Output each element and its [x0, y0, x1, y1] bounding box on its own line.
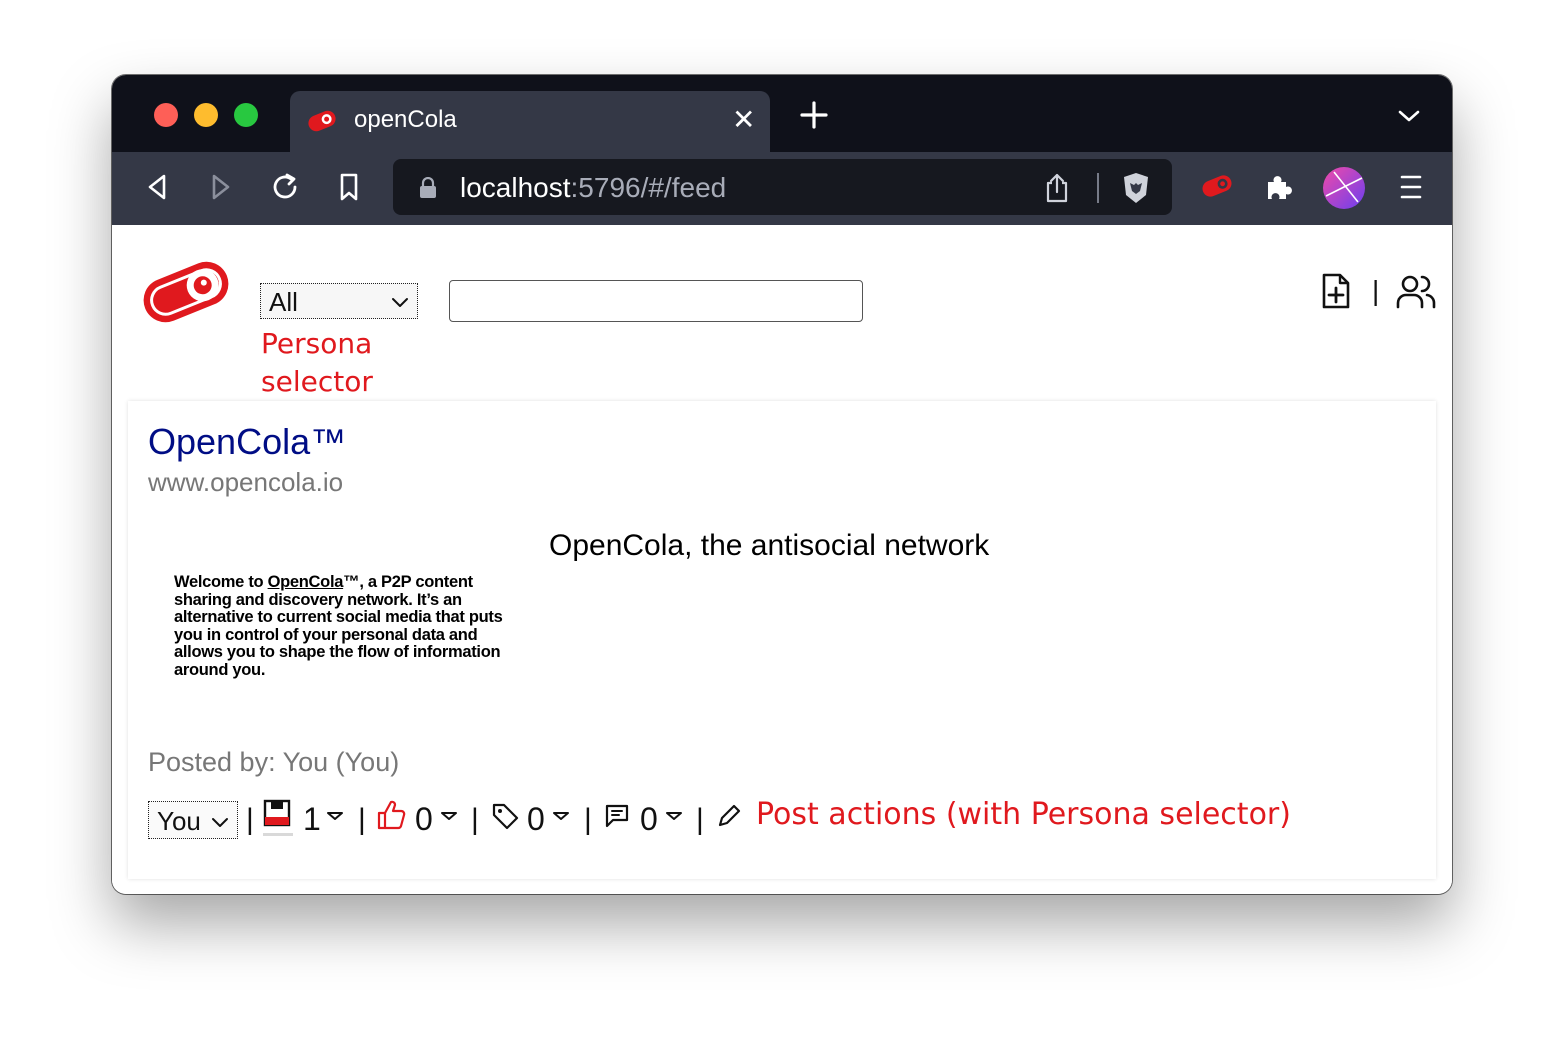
browser-toolbar: localhost:5796/#/feed [112, 152, 1452, 225]
address-bar-divider [1097, 173, 1099, 203]
address-bar[interactable]: localhost:5796/#/feed [393, 159, 1172, 215]
browser-window: openCola ✕ localhost:5796/#/feed All Per… [112, 75, 1452, 894]
like-count: 0 [415, 801, 433, 837]
save-disk-icon[interactable] [263, 799, 293, 839]
chevron-down-icon [212, 818, 228, 827]
share-icon[interactable] [1043, 173, 1071, 203]
header-separator: | [1372, 275, 1380, 306]
url-text: localhost:5796/#/feed [460, 172, 726, 204]
like-caret-down-icon[interactable] [440, 811, 458, 821]
post-domain: www.opencola.io [148, 467, 344, 497]
browser-titlebar: openCola ✕ [112, 75, 1452, 152]
edit-pencil-icon[interactable] [716, 803, 742, 829]
close-window-button[interactable] [154, 103, 178, 127]
url-path: :5796/#/feed [570, 172, 727, 203]
action-separator: | [246, 803, 254, 836]
persona-selector-dropdown[interactable]: All [260, 283, 418, 319]
lock-icon [420, 177, 436, 198]
reload-icon[interactable] [270, 172, 300, 202]
tab-close-icon[interactable]: ✕ [732, 105, 755, 135]
post-persona-selector-dropdown[interactable]: You [148, 801, 238, 839]
summary-link[interactable]: OpenCola [268, 573, 344, 591]
tab-title: openCola [354, 106, 457, 133]
save-count: 1 [303, 801, 321, 837]
comment-caret-down-icon[interactable] [665, 811, 683, 821]
action-separator: | [696, 803, 704, 836]
action-separator: | [471, 803, 479, 836]
comment-icon[interactable] [604, 803, 630, 829]
browser-tab[interactable]: openCola ✕ [290, 91, 770, 152]
persona-selector-annotation: Persona selector [261, 325, 441, 401]
save-caret-down-icon[interactable] [326, 811, 344, 821]
tag-icon[interactable] [491, 802, 519, 830]
comment-count: 0 [640, 801, 658, 837]
summary-text: Welcome to [174, 573, 268, 591]
tab-list-chevron-down-icon[interactable] [1398, 109, 1420, 123]
action-separator: | [584, 803, 592, 836]
profile-avatar[interactable] [1322, 166, 1366, 210]
post-card: OpenCola™ www.opencola.io OpenCola, the … [128, 401, 1436, 879]
post-actions-annotation: Post actions (with Persona selector) [756, 797, 1291, 832]
back-icon[interactable] [142, 172, 172, 202]
forward-icon[interactable] [206, 172, 236, 202]
opencola-logo-icon[interactable] [138, 253, 234, 331]
chevron-down-icon [392, 298, 408, 307]
new-post-file-plus-icon[interactable] [1320, 273, 1352, 309]
tag-count: 0 [527, 801, 545, 837]
opencola-favicon-icon [308, 110, 336, 132]
opencola-extension-icon[interactable] [1200, 171, 1234, 201]
menu-hamburger-icon[interactable] [1396, 172, 1426, 202]
peers-users-icon[interactable] [1396, 273, 1436, 309]
url-host: localhost [460, 172, 571, 203]
extensions-puzzle-icon[interactable] [1264, 172, 1294, 202]
brave-shield-icon[interactable] [1119, 171, 1153, 205]
post-summary: Welcome to OpenCola™, a P2P content shar… [174, 573, 514, 679]
minimize-window-button[interactable] [194, 103, 218, 127]
search-input[interactable] [449, 280, 863, 322]
post-heading: OpenCola, the antisocial network [549, 529, 990, 562]
annotation-line: selector [261, 365, 373, 398]
page-content: All Persona selector | OpenCola™ www.ope… [112, 225, 1452, 894]
tag-caret-down-icon[interactable] [552, 811, 570, 821]
action-separator: | [358, 803, 366, 836]
post-persona-value: You [157, 806, 201, 836]
posted-by: Posted by: You (You) [148, 747, 400, 777]
persona-selected-value: All [269, 287, 298, 317]
annotation-line: Persona [261, 327, 373, 360]
like-thumbs-up-icon[interactable] [376, 799, 406, 831]
post-actions-bar: You | 1 | 0 | 0 | 0 | Post actions (with… [148, 797, 1418, 841]
post-title-link[interactable]: OpenCola™ [148, 421, 346, 463]
zoom-window-button[interactable] [234, 103, 258, 127]
new-tab-plus-icon[interactable] [800, 101, 828, 129]
bookmark-icon[interactable] [334, 172, 364, 202]
